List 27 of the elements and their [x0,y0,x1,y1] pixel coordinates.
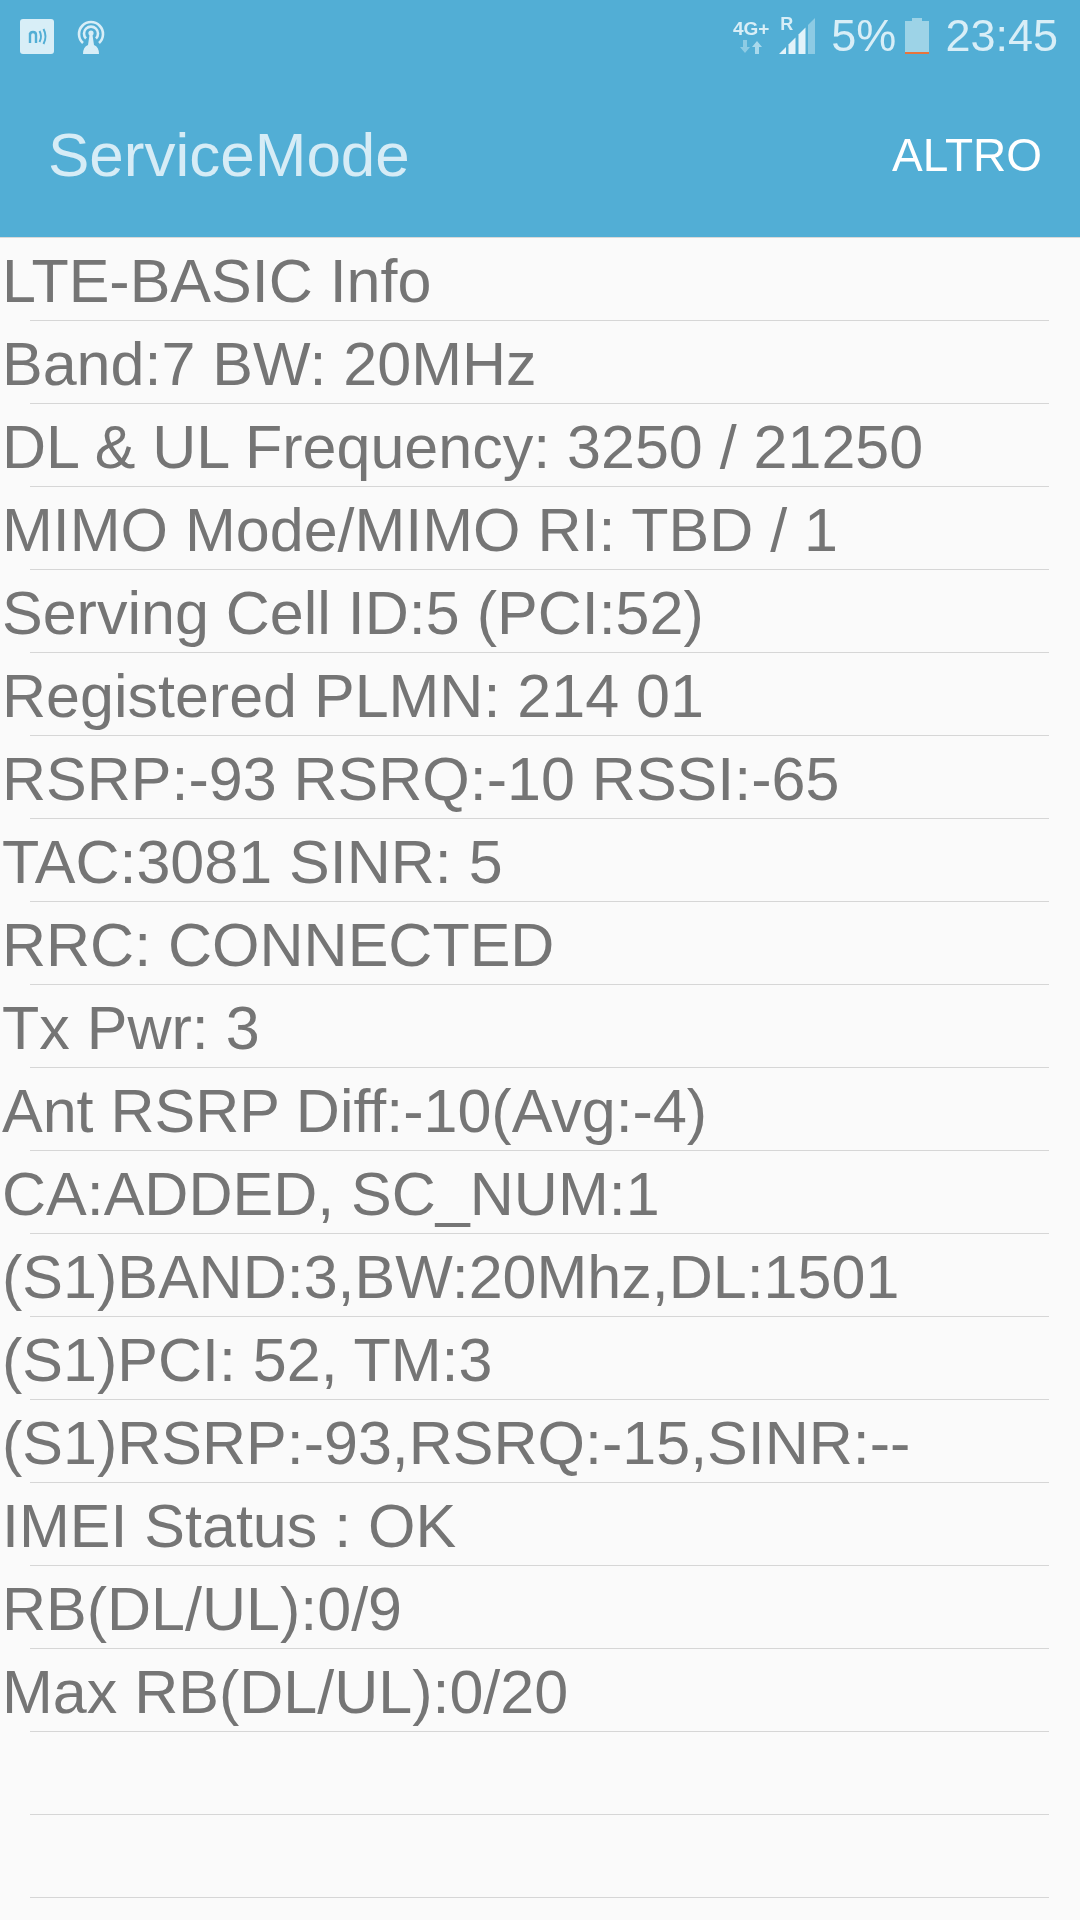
info-line: Tx Pwr: 3 [1,994,260,1062]
roaming-label: R [780,15,794,33]
info-line: CA:ADDED, SC_NUM:1 [1,1160,660,1228]
info-line: LTE-BASIC Info [1,247,432,315]
info-line: (S1)PCI: 52, TM:3 [1,1326,493,1394]
battery-percent: 5% [831,11,897,61]
info-line: MIMO Mode/MIMO RI: TBD / 1 [1,496,839,564]
info-line: RB(DL/UL):0/9 [1,1575,402,1643]
data-arrows-icon [739,39,764,54]
info-line: Serving Cell ID:5 (PCI:52) [1,579,704,647]
signal-icon [779,18,816,54]
network-type-label: 4G+ [732,18,770,38]
app-title: ServiceMode [48,118,410,191]
info-line: TAC:3081 SINR: 5 [1,828,503,896]
info-line: (S1)RSRP:-93,RSRQ:-15,SINR:-- [1,1409,911,1477]
nfc-icon [20,18,54,54]
clock-time: 23:45 [945,11,1058,61]
info-line: (S1)BAND:3,BW:20Mhz,DL:1501 [1,1243,900,1311]
battery-icon [905,18,930,54]
info-line: Registered PLMN: 214 01 [1,662,704,730]
info-line: RSRP:-93 RSRQ:-10 RSSI:-65 [1,745,840,813]
info-line: Ant RSRP Diff:-10(Avg:-4) [1,1077,708,1145]
info-line: IMEI Status : OK [1,1492,457,1560]
info-line: Max RB(DL/UL):0/20 [1,1658,569,1726]
info-line: Band:7 BW: 20MHz [1,330,537,398]
info-line: DL & UL Frequency: 3250 / 21250 [1,413,924,481]
info-line: RRC: CONNECTED [1,911,555,979]
